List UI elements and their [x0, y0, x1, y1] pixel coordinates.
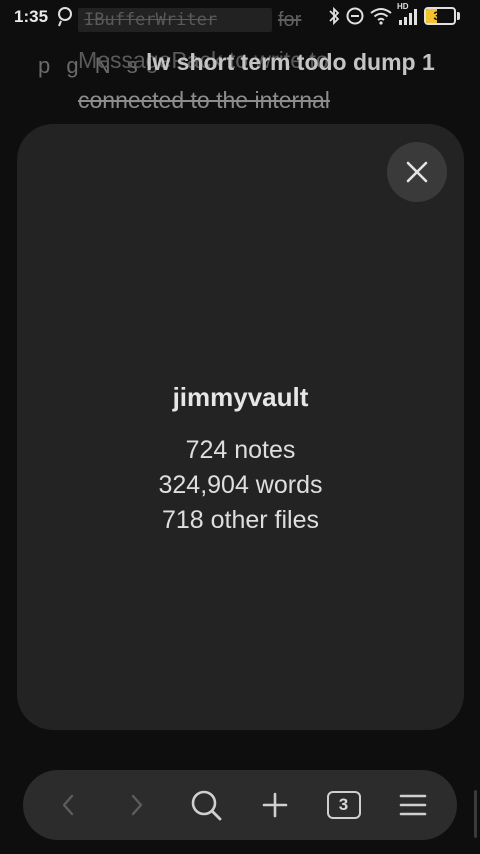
- dnd-moon-icon: [56, 6, 74, 28]
- menu-button[interactable]: [387, 779, 439, 831]
- signal-label: HD: [397, 2, 409, 11]
- bottom-toolbar: 3: [23, 770, 457, 840]
- vault-notes-count: 724 notes: [185, 436, 296, 464]
- wifi-icon: [370, 7, 392, 25]
- background-code-span: IBufferWriter: [78, 8, 272, 32]
- close-button[interactable]: [387, 142, 447, 202]
- background-text-for: for: [278, 9, 302, 31]
- signal-hd-icon: HD: [397, 2, 419, 26]
- background-text-connected: connected to the internal: [78, 87, 330, 113]
- tabs-icon: 3: [326, 791, 361, 819]
- close-icon: [406, 161, 428, 183]
- add-icon: [262, 792, 287, 818]
- add-button[interactable]: [249, 779, 301, 831]
- tabs-button[interactable]: 3: [318, 779, 370, 831]
- scroll-edge: [474, 790, 477, 838]
- vault-words-count: 324,904 words: [158, 471, 323, 499]
- note-title: lw short term todo dump 1: [146, 49, 435, 75]
- forward-button[interactable]: [111, 779, 163, 831]
- back-icon: [62, 794, 73, 816]
- bluetooth-icon: [328, 6, 340, 26]
- search-button[interactable]: [180, 779, 232, 831]
- forward-icon: [131, 794, 142, 816]
- back-button[interactable]: [42, 779, 94, 831]
- status-icons: HD 39: [328, 2, 460, 26]
- vault-name: jimmyvault: [172, 382, 309, 412]
- do-not-disturb-icon: [345, 6, 365, 26]
- vault-other-files-count: 718 other files: [161, 506, 320, 534]
- battery-icon: 39: [424, 7, 460, 25]
- vault-info-card: jimmyvault 724 notes 324,904 words 718 o…: [17, 124, 464, 730]
- search-icon: [191, 790, 221, 821]
- vault-info: jimmyvault 724 notes 324,904 words 718 o…: [17, 382, 464, 538]
- status-time: 1:35: [14, 7, 49, 26]
- menu-icon: [399, 794, 426, 816]
- battery-level: 39: [433, 9, 447, 23]
